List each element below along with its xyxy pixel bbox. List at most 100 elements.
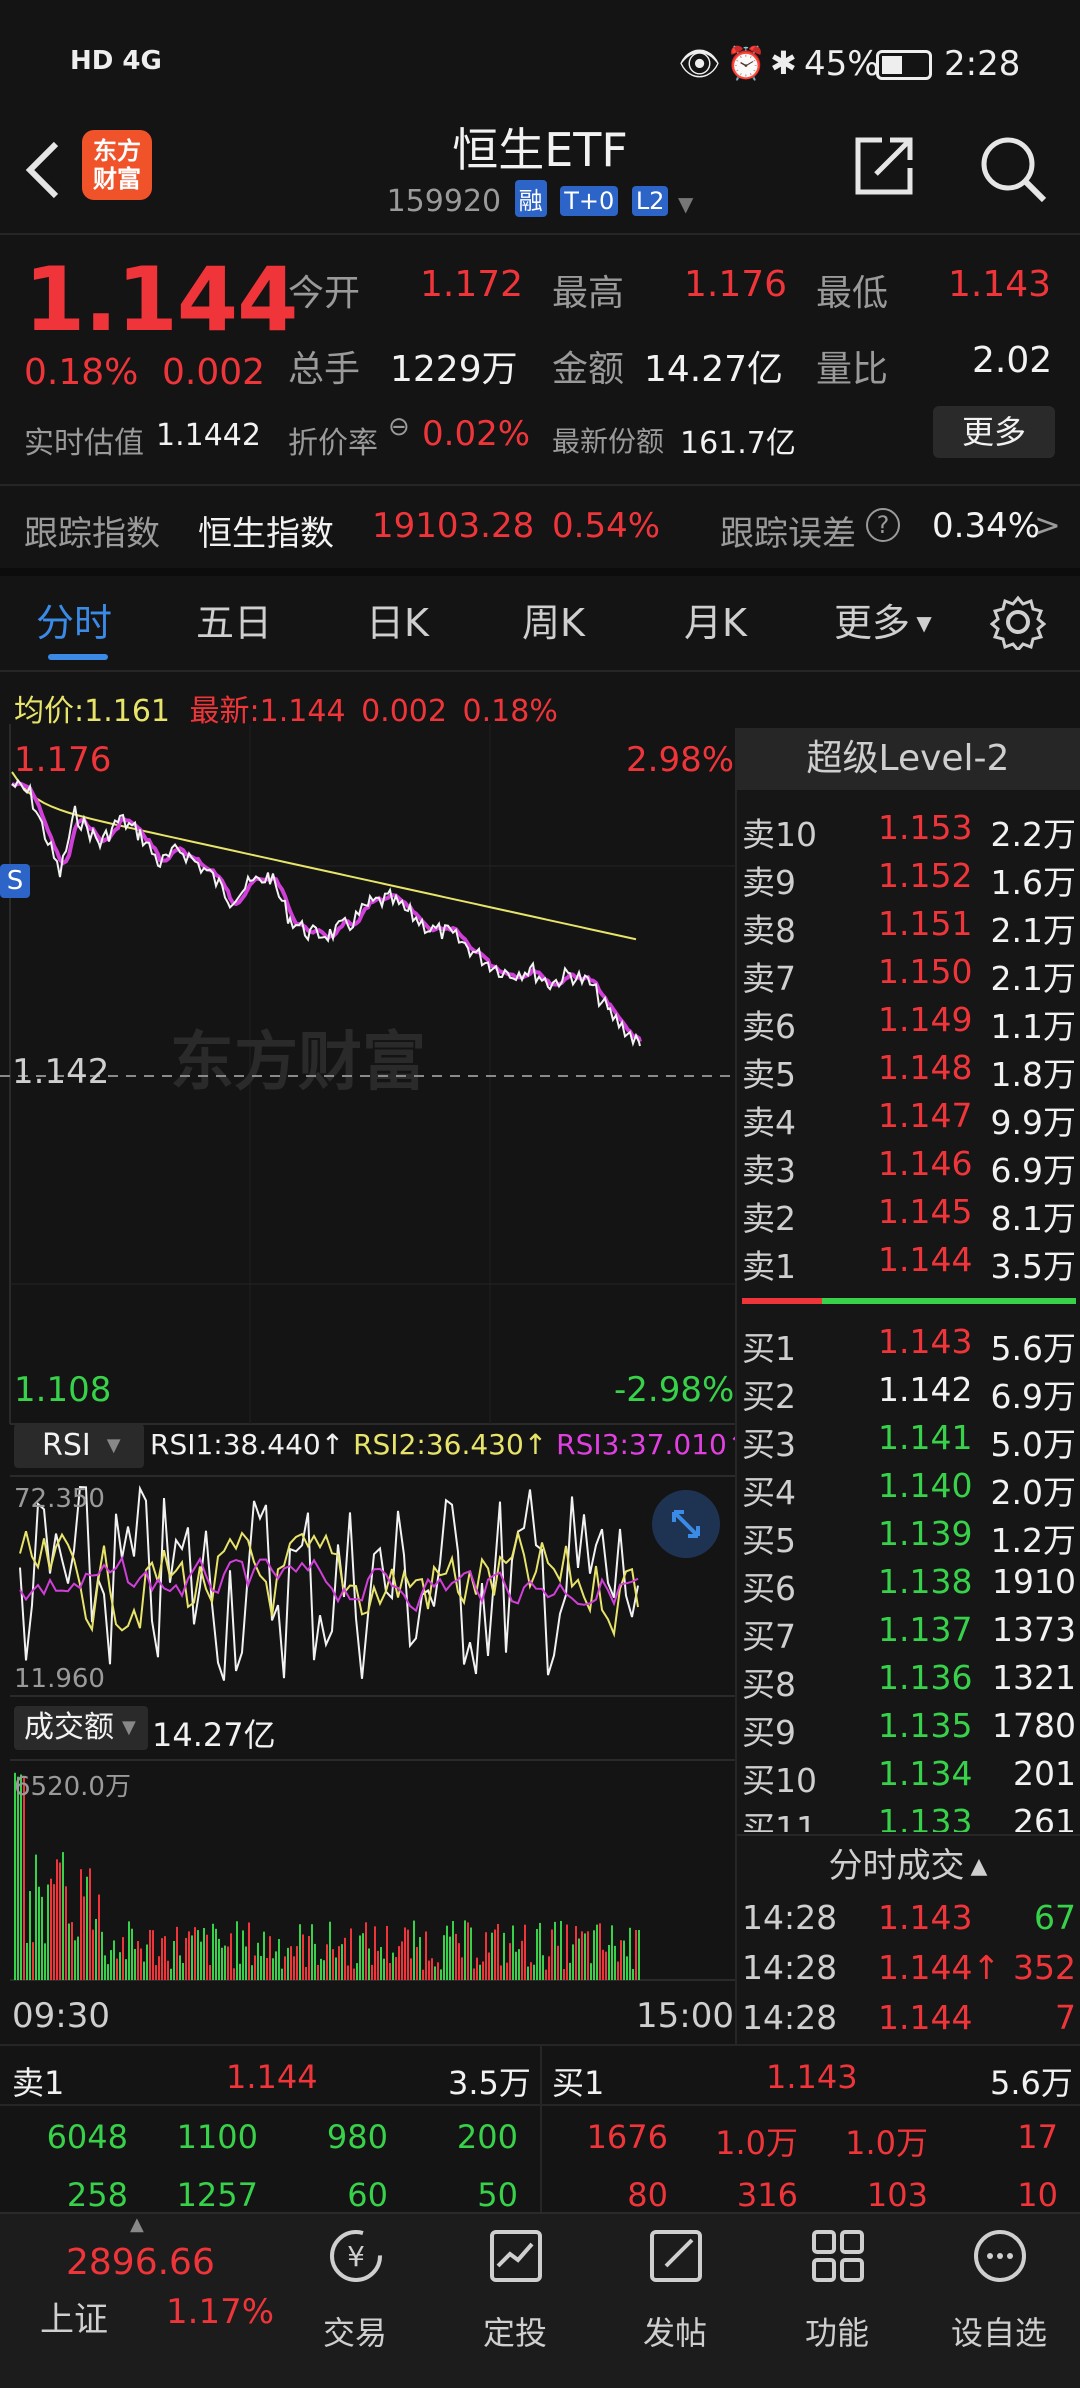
share-icon[interactable] bbox=[852, 134, 916, 198]
gear-icon[interactable] bbox=[990, 594, 1046, 650]
bid-row[interactable]: 买4 1.140 2.0万 bbox=[742, 1466, 1076, 1514]
info-icon[interactable]: ⊖ bbox=[388, 412, 410, 442]
ask-row[interactable]: 卖8 1.151 2.1万 bbox=[742, 904, 1076, 952]
tab-five-day[interactable]: 五日 bbox=[196, 592, 272, 647]
nav-invest-plan[interactable]: 定投 bbox=[440, 2212, 590, 2388]
rsi-top: 72.350 bbox=[14, 1484, 105, 1514]
ask-row[interactable]: 卖1 1.144 3.5万 bbox=[742, 1240, 1076, 1288]
volume-bar bbox=[281, 1968, 283, 1980]
bid-row[interactable]: 买1 1.143 5.6万 bbox=[742, 1322, 1076, 1370]
nav-watchlist[interactable]: 设自选 bbox=[924, 2212, 1074, 2388]
volume-bar bbox=[392, 1952, 394, 1980]
volume-bar bbox=[209, 1965, 211, 1980]
volume-bar bbox=[326, 1944, 328, 1980]
bid-row[interactable]: 买9 1.135 1780 bbox=[742, 1706, 1076, 1754]
tick-row[interactable]: 14:28 1.143 67 bbox=[742, 1898, 1076, 1946]
volume-bar bbox=[635, 1930, 637, 1980]
bid-row[interactable]: 买7 1.137 1373 bbox=[742, 1610, 1076, 1658]
ask-row[interactable]: 卖2 1.145 8.1万 bbox=[742, 1192, 1076, 1240]
ask-row[interactable]: 卖9 1.152 1.6万 bbox=[742, 856, 1076, 904]
tick-row[interactable]: 14:28 1.144 7 bbox=[742, 1998, 1076, 2046]
ask-level: 卖9 bbox=[742, 863, 796, 902]
tick-row[interactable]: 14:28 1.144↑ 352 bbox=[742, 1948, 1076, 1996]
nav-index-pct[interactable]: 1.17% bbox=[166, 2292, 274, 2332]
ask-row[interactable]: 卖5 1.148 1.8万 bbox=[742, 1048, 1076, 1096]
bid-row[interactable]: 买3 1.141 5.0万 bbox=[742, 1418, 1076, 1466]
tab-daily-k[interactable]: 日K bbox=[366, 592, 429, 647]
volume-bar bbox=[260, 1956, 262, 1980]
indicator-select[interactable]: RSI ▼ bbox=[14, 1424, 144, 1468]
buy-queue-order: 1.0万 bbox=[845, 2124, 928, 2162]
search-icon[interactable] bbox=[978, 134, 1048, 204]
volume-bar bbox=[608, 1944, 610, 1980]
volume-bar bbox=[320, 1958, 322, 1980]
volume-indicator-select[interactable]: 成交额 ▼ bbox=[14, 1706, 148, 1750]
volume-bar bbox=[143, 1961, 145, 1980]
volume-bar bbox=[431, 1958, 433, 1980]
bid-row[interactable]: 买2 1.142 6.9万 bbox=[742, 1370, 1076, 1418]
alarm-icon: ⏰ bbox=[726, 44, 766, 82]
volume-bar bbox=[626, 1956, 628, 1980]
volume-bar bbox=[368, 1948, 370, 1980]
bid-volume: 1910 bbox=[992, 1562, 1076, 1601]
sell-queue-order: 50 bbox=[477, 2176, 518, 2214]
tick-trades-title[interactable]: 分时成交 ▲ bbox=[736, 1834, 1080, 1894]
volume-bar bbox=[83, 1896, 85, 1980]
nav-functions[interactable]: 功能 bbox=[762, 2212, 912, 2388]
volume-bar bbox=[17, 1776, 19, 1980]
volume-max: 6520.0万 bbox=[14, 1772, 131, 1802]
bid-row[interactable]: 买8 1.136 1321 bbox=[742, 1658, 1076, 1706]
ask-price: 1.147 bbox=[878, 1096, 973, 1135]
chart-icon bbox=[490, 2230, 542, 2282]
volume-bar bbox=[149, 1929, 151, 1980]
bid-bar bbox=[822, 1298, 1076, 1304]
volume-bar bbox=[137, 1941, 139, 1980]
ask-row[interactable]: 卖10 1.153 2.2万 bbox=[742, 808, 1076, 856]
buy-queue-order: 17 bbox=[1017, 2118, 1058, 2156]
premium-value: 0.02% bbox=[422, 414, 531, 454]
order-book-title[interactable]: 超级Level-2 bbox=[736, 728, 1080, 790]
volume-bar bbox=[89, 1868, 91, 1980]
open-value: 1.172 bbox=[420, 264, 524, 305]
more-quote-button[interactable]: 更多 bbox=[933, 406, 1055, 458]
ask-row[interactable]: 卖4 1.147 9.9万 bbox=[742, 1096, 1076, 1144]
volume-bar bbox=[377, 1950, 379, 1980]
tab-intraday[interactable]: 分时 bbox=[36, 592, 112, 647]
ask-price: 1.151 bbox=[878, 904, 973, 943]
collapse-icon[interactable]: ▲ bbox=[130, 2214, 144, 2235]
tab-monthly-k[interactable]: 月K bbox=[684, 592, 747, 647]
tracking-row[interactable]: 跟踪指数 恒生指数 19103.28 0.54% 跟踪误差 ? 0.34% > bbox=[0, 486, 1080, 568]
nav-post[interactable]: 发帖 bbox=[600, 2212, 750, 2388]
ask-row[interactable]: 卖3 1.146 6.9万 bbox=[742, 1144, 1076, 1192]
tab-more[interactable]: 更多 ▼ bbox=[834, 592, 932, 647]
ask-row[interactable]: 卖7 1.150 2.1万 bbox=[742, 952, 1076, 1000]
volume-bar bbox=[257, 1942, 259, 1980]
volume-bar bbox=[38, 1886, 40, 1980]
price-line bbox=[11, 778, 641, 1047]
nav-index-name[interactable]: 上证 bbox=[40, 2292, 108, 2341]
tab-weekly-k[interactable]: 周K bbox=[522, 592, 585, 647]
bid-volume: 5.0万 bbox=[990, 1425, 1076, 1464]
share-label: 最新份额 bbox=[552, 425, 665, 458]
volume-bar bbox=[344, 1937, 346, 1980]
tracking-error-value: 0.34% bbox=[932, 506, 1041, 546]
nav-index-value[interactable]: 2896.66 bbox=[66, 2242, 215, 2283]
ask-level: 卖6 bbox=[742, 1007, 796, 1046]
s-marker[interactable]: S bbox=[0, 864, 30, 898]
ask-row[interactable]: 卖6 1.149 1.1万 bbox=[742, 1000, 1076, 1048]
app-header: 东方 财富 恒生ETF 159920 融 T+0 L2 ▼ bbox=[0, 108, 1080, 233]
volume-bar bbox=[176, 1926, 178, 1980]
volume-bar bbox=[65, 1886, 67, 1980]
volume-bar bbox=[293, 1956, 295, 1980]
volume-bar bbox=[242, 1930, 244, 1980]
bid-row[interactable]: 买5 1.139 1.2万 bbox=[742, 1514, 1076, 1562]
share-value: 161.7亿 bbox=[680, 426, 796, 461]
help-icon[interactable]: ? bbox=[866, 508, 900, 542]
nav-trade[interactable]: ¥ 交易 bbox=[280, 2212, 430, 2388]
expand-icon[interactable] bbox=[652, 1490, 720, 1558]
bid-row[interactable]: 买11 1.133 261 bbox=[742, 1802, 1076, 1832]
volume-bar bbox=[449, 1936, 451, 1980]
bid-row[interactable]: 买10 1.134 201 bbox=[742, 1754, 1076, 1802]
volume-bar bbox=[347, 1965, 349, 1980]
bid-row[interactable]: 买6 1.138 1910 bbox=[742, 1562, 1076, 1610]
